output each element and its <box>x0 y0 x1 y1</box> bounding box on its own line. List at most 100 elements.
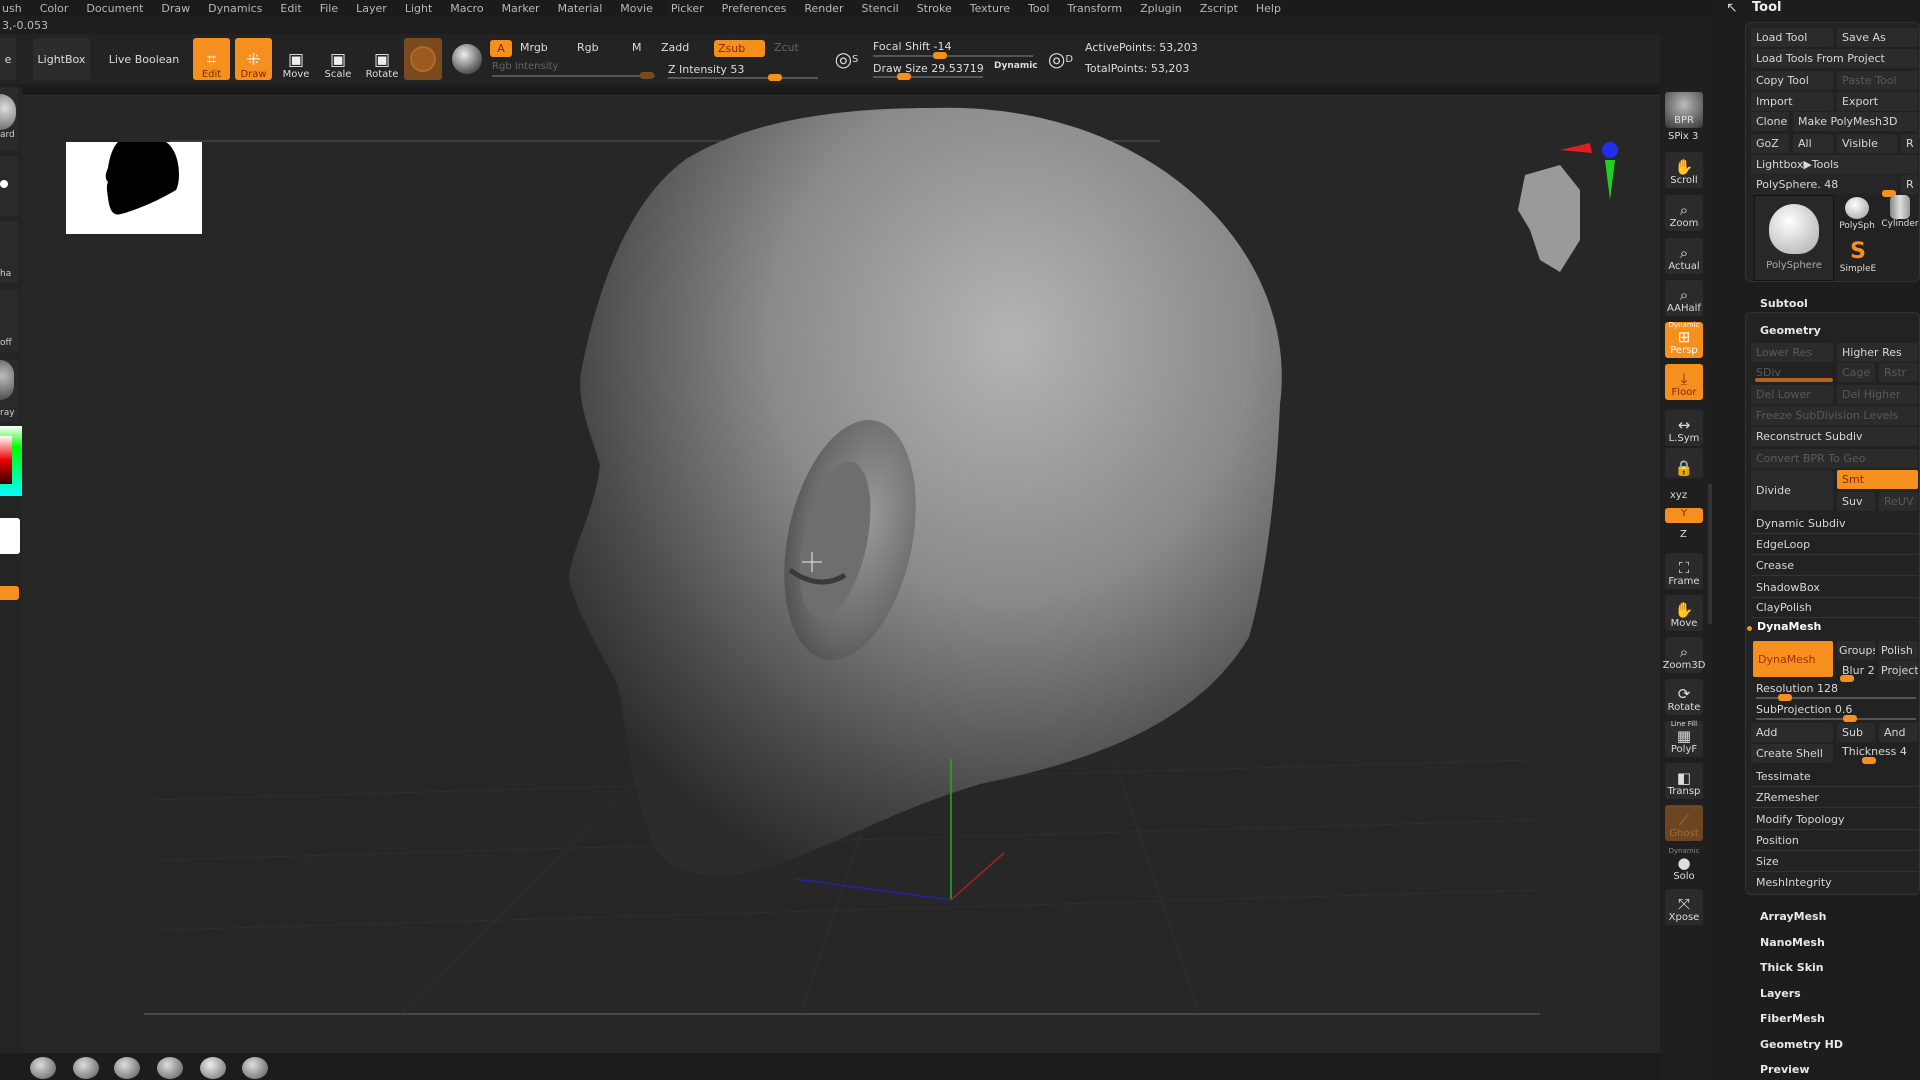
thickness-slider[interactable]: Thickness 4 <box>1837 742 1918 761</box>
modify-topology-item[interactable]: Modify Topology <box>1751 809 1918 830</box>
rstr-button[interactable]: Rstr <box>1879 363 1918 382</box>
sphere-brush-icon[interactable] <box>114 1057 140 1079</box>
thickness-thumb[interactable] <box>1862 757 1876 764</box>
navigation-gizmo[interactable] <box>1518 142 1618 272</box>
bpr-button[interactable]: BPR <box>1665 92 1703 128</box>
export-button[interactable]: Export <box>1837 92 1918 111</box>
xyz-rotate-toggle[interactable]: xyz <box>1670 490 1687 501</box>
current-tool-slider[interactable]: PolySphere. 48 <box>1751 175 1897 194</box>
sphere-brush-icon[interactable] <box>73 1057 99 1079</box>
position-item[interactable]: Position <box>1751 830 1918 851</box>
freeze-subdivision-button[interactable]: Freeze SubDivision Levels <box>1751 406 1918 425</box>
del-lower-button[interactable]: Del Lower <box>1751 385 1833 404</box>
sphere-brush-icon[interactable] <box>200 1057 226 1079</box>
reuv-toggle[interactable]: ReUV <box>1879 492 1918 511</box>
edgeloop-item[interactable]: EdgeLoop <box>1751 534 1918 555</box>
rotate-view-button[interactable]: ⟳ Rotate <box>1665 679 1703 715</box>
frame-button[interactable]: ⛶ Frame <box>1665 553 1703 589</box>
lsym-button[interactable]: ↔ L.Sym <box>1665 410 1703 446</box>
palette-pin-icon[interactable]: ↖ <box>1726 0 1738 16</box>
polyf-button[interactable]: Line Fill ▦ PolyF <box>1665 720 1703 757</box>
add-button[interactable]: Add <box>1751 723 1833 742</box>
persp-button[interactable]: Dynamic ⊞ Persp <box>1665 321 1703 358</box>
current-tool-r-button[interactable]: R <box>1901 175 1918 194</box>
clone-button[interactable]: Clone <box>1751 112 1789 131</box>
zremesher-item[interactable]: ZRemesher <box>1751 787 1918 808</box>
convert-bpr-button[interactable]: Convert BPR To Geo <box>1751 449 1918 468</box>
silhouette-thumbnail[interactable] <box>66 142 202 234</box>
goz-button[interactable]: GoZ <box>1751 134 1789 153</box>
zoom3d-button[interactable]: ⌕ Zoom3D <box>1663 637 1705 673</box>
del-higher-button[interactable]: Del Higher <box>1837 385 1918 404</box>
tool-thumb-polysphere[interactable]: PolySphere <box>1754 195 1834 281</box>
y-rotate-toggle[interactable]: Y <box>1665 508 1703 523</box>
bottom-tray <box>0 1053 1660 1080</box>
shadowbox-item[interactable]: ShadowBox <box>1751 577 1918 598</box>
spix-slider[interactable]: SPix 3 <box>1668 131 1698 142</box>
tessimate-item[interactable]: Tessimate <box>1751 766 1918 787</box>
and-button[interactable]: And <box>1879 723 1918 742</box>
preview-section[interactable]: Preview <box>1760 1063 1810 1076</box>
goz-r-button[interactable]: R <box>1901 134 1918 153</box>
make-polymesh3d-button[interactable]: Make PolyMesh3D <box>1793 112 1918 131</box>
load-tool-button[interactable]: Load Tool <box>1751 28 1833 47</box>
layers-section[interactable]: Layers <box>1760 987 1801 1000</box>
tool-thumb-polysph[interactable]: PolySph <box>1838 195 1876 235</box>
nanomesh-section[interactable]: NanoMesh <box>1760 936 1825 949</box>
dynamic-subdiv-item[interactable]: Dynamic Subdiv <box>1751 513 1918 534</box>
polish-toggle[interactable]: Polish <box>1879 641 1918 660</box>
cage-button[interactable]: Cage <box>1837 363 1875 382</box>
save-as-button[interactable]: Save As <box>1837 28 1918 47</box>
tool-thumb-simplebrush[interactable]: S SimpleE <box>1838 240 1878 280</box>
resolution-slider[interactable]: Resolution 128 <box>1751 679 1918 698</box>
z-rotate-toggle[interactable]: Z <box>1680 529 1687 540</box>
ghost-button[interactable]: ⟋ Ghost <box>1665 805 1703 841</box>
sphere-brush-icon[interactable] <box>30 1057 56 1079</box>
suv-toggle[interactable]: Suv <box>1837 492 1875 511</box>
claypolish-item[interactable]: ClayPolish <box>1751 597 1918 618</box>
lock-camera-button[interactable]: 🔒 <box>1665 448 1703 478</box>
higher-res-button[interactable]: Higher Res <box>1837 343 1918 362</box>
subprojection-thumb[interactable] <box>1843 715 1857 722</box>
subprojection-slider[interactable]: SubProjection 0.6 <box>1751 700 1918 719</box>
thick-skin-section[interactable]: Thick Skin <box>1760 961 1824 974</box>
scroll-button[interactable]: ✋ Scroll <box>1665 152 1703 188</box>
goz-all-button[interactable]: All <box>1793 134 1833 153</box>
tool-thumb-cylinder[interactable]: Cylinder <box>1880 195 1920 235</box>
groups-toggle[interactable]: Groups <box>1837 641 1875 660</box>
dynamesh-button[interactable]: DynaMesh <box>1753 641 1833 677</box>
paste-tool-button[interactable]: Paste Tool <box>1837 71 1918 90</box>
xpose-button[interactable]: ⤧ Xpose <box>1665 889 1703 925</box>
smt-toggle[interactable]: Smt <box>1837 470 1918 489</box>
project-toggle[interactable]: Project <box>1879 661 1918 680</box>
transp-button[interactable]: ◧ Transp <box>1665 763 1703 799</box>
crease-item[interactable]: Crease <box>1751 555 1918 576</box>
geometry-hd-section[interactable]: Geometry HD <box>1760 1038 1843 1051</box>
subtool-section[interactable]: Subtool <box>1760 297 1808 310</box>
arraymesh-section[interactable]: ArrayMesh <box>1760 910 1826 923</box>
geometry-section[interactable]: Geometry <box>1760 324 1821 337</box>
aahalf-button[interactable]: ⌕ AAHalf <box>1665 280 1703 316</box>
magnifier-icon: ⌕ <box>1679 244 1689 262</box>
import-button[interactable]: Import <box>1751 92 1833 111</box>
solo-button[interactable]: Dynamic ● Solo <box>1665 847 1703 884</box>
lightbox-tools-button[interactable]: Lightbox▶Tools <box>1751 155 1918 174</box>
lower-res-button[interactable]: Lower Res <box>1751 343 1833 362</box>
goz-visible-button[interactable]: Visible <box>1837 134 1897 153</box>
zoom-button[interactable]: ⌕ Zoom <box>1665 195 1703 231</box>
sphere-brush-icon[interactable] <box>242 1057 268 1079</box>
load-tools-from-project-button[interactable]: Load Tools From Project <box>1751 49 1918 68</box>
sphere-brush-icon[interactable] <box>157 1057 183 1079</box>
copy-tool-button[interactable]: Copy Tool <box>1751 71 1833 90</box>
floor-button[interactable]: ⤓ Floor <box>1665 364 1703 400</box>
actual-button[interactable]: ⌕ Actual <box>1665 238 1703 274</box>
meshintegrity-item[interactable]: MeshIntegrity <box>1751 872 1918 893</box>
sub-button[interactable]: Sub <box>1837 723 1875 742</box>
create-shell-button[interactable]: Create Shell <box>1751 744 1833 763</box>
size-item[interactable]: Size <box>1751 851 1918 872</box>
dynamesh-header[interactable]: DynaMesh <box>1757 620 1821 633</box>
reconstruct-subdiv-button[interactable]: Reconstruct Subdiv <box>1751 427 1918 446</box>
move-view-button[interactable]: ✋ Move <box>1665 595 1703 631</box>
fibermesh-section[interactable]: FiberMesh <box>1760 1012 1825 1025</box>
divide-button[interactable]: Divide <box>1751 470 1833 510</box>
